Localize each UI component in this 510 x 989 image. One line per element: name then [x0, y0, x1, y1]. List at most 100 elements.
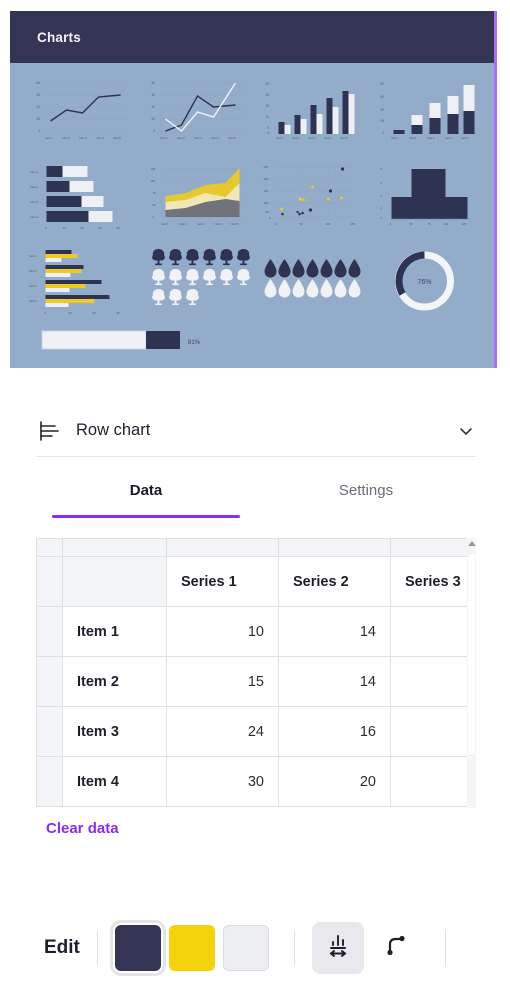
svg-text:Item 3: Item 3	[428, 137, 435, 140]
data-table-container[interactable]: Series 1 Series 2 Series 3 Item 1 10 14 …	[36, 538, 476, 808]
toolbar-divider	[293, 930, 295, 965]
svg-text:Item 4: Item 4	[216, 223, 223, 226]
cell-series-2[interactable]: 16	[278, 706, 391, 757]
preview-canvas[interactable]: 60 40 30 20 0 Item 1 Item 2 Item 3 Item 4 Item…	[10, 63, 494, 368]
column-header-series-3[interactable]: Series 3	[390, 556, 476, 607]
chart-thumbnail-grid: 60 40 30 20 0 Item 1 Item 2 Item 3 Item 4 Item…	[10, 63, 494, 327]
cell-series-1[interactable]: 30	[166, 756, 279, 807]
svg-text:200: 200	[264, 177, 269, 181]
svg-text:Item 1: Item 1	[162, 223, 169, 226]
stacked-area-chart[interactable]: 125 100 75 50 0 Item 1 Item 2 Item 3 Item 4 It…	[137, 155, 252, 241]
svg-text:0: 0	[383, 131, 385, 135]
cell-series-2[interactable]: 14	[278, 606, 391, 657]
table-row[interactable]: Item 1 10 14	[36, 606, 476, 657]
scrollbar-thumb[interactable]	[468, 554, 475, 754]
color-swatch-gray[interactable]	[222, 924, 269, 971]
svg-text:40: 40	[117, 226, 121, 230]
data-table[interactable]: Series 1 Series 2 Series 3 Item 1 10 14 …	[36, 538, 476, 807]
svg-text:150: 150	[351, 222, 356, 226]
grouped-row-chart[interactable]: Item 1 Item 2 Item 3 Item 4 0 10 20 30	[22, 241, 137, 327]
column-handle[interactable]	[278, 538, 391, 557]
svg-text:Item 4: Item 4	[97, 136, 105, 140]
row-label-cell[interactable]: Item 4	[62, 756, 167, 807]
svg-text:0: 0	[45, 311, 47, 315]
panel-tabs: Data Settings	[36, 470, 476, 518]
column-handle[interactable]	[390, 538, 476, 557]
svg-text:30: 30	[37, 105, 41, 109]
svg-text:40: 40	[152, 93, 156, 97]
row-label-cell[interactable]: Item 2	[62, 656, 167, 707]
svg-text:Item 5: Item 5	[341, 137, 348, 140]
header-corner-cell[interactable]	[62, 556, 167, 607]
row-handle[interactable]	[36, 556, 63, 607]
axis-spacing-icon	[324, 931, 352, 964]
svg-text:Item 1: Item 1	[30, 255, 38, 258]
svg-text:0: 0	[270, 216, 272, 220]
grouped-column-chart[interactable]: 25 20 15 10 5 0 Item 1 Item 2 Item 3 Item 4 Ite…	[252, 69, 367, 155]
row-label-cell[interactable]: Item 1	[62, 606, 167, 657]
table-column-handles-row[interactable]	[36, 538, 476, 557]
tab-data[interactable]: Data	[36, 470, 256, 518]
svg-text:Item 1: Item 1	[161, 136, 169, 140]
connector-curve-icon	[382, 931, 410, 964]
row-handle[interactable]	[36, 656, 63, 707]
clear-data-button[interactable]: Clear data	[46, 820, 119, 837]
row-handle[interactable]	[36, 756, 63, 807]
pictogram-tree-chart[interactable]	[137, 241, 252, 327]
svg-text:25: 25	[266, 82, 270, 86]
svg-text:20: 20	[93, 311, 97, 315]
gauge-chart[interactable]: 76%	[367, 241, 482, 327]
table-vertical-scrollbar[interactable]	[467, 538, 476, 808]
table-header-row: Series 1 Series 2 Series 3	[36, 556, 476, 607]
table-row[interactable]: Item 2 15 14	[36, 656, 476, 707]
color-swatch-yellow[interactable]	[168, 924, 215, 971]
row-handle[interactable]	[36, 706, 63, 757]
cell-series-3[interactable]	[390, 656, 476, 707]
cell-series-3[interactable]	[390, 756, 476, 807]
column-handle[interactable]	[166, 538, 279, 557]
axis-spacing-button[interactable]	[311, 921, 364, 974]
svg-text:Item 3: Item 3	[198, 223, 205, 226]
cell-series-1[interactable]: 24	[166, 706, 279, 757]
tab-settings[interactable]: Settings	[256, 470, 476, 518]
line-chart[interactable]: 60 40 30 20 0 Item 1 Item 2 Item 3 Item 4 Item…	[22, 69, 137, 155]
multi-line-chart[interactable]: 50 40 30 20 0 Item 1 Item 2 Item 3 Item 4 Item…	[137, 69, 252, 155]
cell-series-3[interactable]	[390, 606, 476, 657]
svg-text:125: 125	[462, 222, 467, 226]
corner-handle[interactable]	[36, 538, 63, 557]
color-swatch-navy[interactable]	[109, 919, 166, 976]
table-row[interactable]: Item 4 30 20	[36, 756, 476, 807]
chart-type-label: Row chart	[76, 421, 151, 439]
histogram-chart[interactable]: 8 6 4 2 0 0 50 75 100 125	[367, 155, 482, 241]
column-header-series-1[interactable]: Series 1	[166, 556, 279, 607]
cell-series-2[interactable]: 14	[278, 656, 391, 707]
scatter-chart[interactable]: 250 200 150 100 50 0 0 50 100 150	[252, 155, 367, 241]
row-handle[interactable]	[36, 606, 63, 657]
row-label-cell[interactable]: Item 3	[62, 706, 167, 757]
progress-bar-chart[interactable]: 81%	[22, 322, 202, 358]
svg-text:0: 0	[39, 129, 41, 133]
column-handle[interactable]	[62, 538, 167, 557]
tab-data-label: Data	[129, 481, 163, 499]
table-row[interactable]: Item 3 24 16	[36, 706, 476, 757]
svg-text:Item 2: Item 2	[410, 137, 417, 140]
svg-text:Item 5: Item 5	[462, 137, 469, 140]
cell-series-3[interactable]	[390, 706, 476, 757]
cell-series-1[interactable]: 15	[166, 656, 279, 707]
cell-series-2[interactable]: 20	[278, 756, 391, 807]
svg-text:75: 75	[153, 191, 157, 195]
scroll-up-arrow-icon[interactable]	[468, 541, 476, 546]
svg-text:10: 10	[69, 311, 73, 315]
chart-preview-panel[interactable]: Charts 60 40 30 20 0 Item 1 Item 2 Item …	[10, 11, 497, 368]
chart-type-selector[interactable]: Row chart	[36, 405, 476, 457]
svg-text:Item 2: Item 2	[30, 270, 38, 273]
stacked-row-chart[interactable]: Item 1 Item 2 Item 3 Item 4 0 10 20 30 40	[22, 155, 137, 241]
svg-text:10: 10	[381, 119, 385, 123]
svg-text:150: 150	[264, 189, 269, 193]
cell-series-1[interactable]: 10	[166, 606, 279, 657]
column-header-series-2[interactable]: Series 2	[278, 556, 391, 607]
stacked-column-chart[interactable]: 50 40 30 10 0 Item 1 Item 2 Item 3 Item 4 Item…	[367, 69, 482, 155]
pictogram-droplet-chart[interactable]	[252, 241, 367, 327]
chevron-down-icon[interactable]	[456, 421, 476, 441]
connector-curve-button[interactable]	[370, 922, 422, 974]
